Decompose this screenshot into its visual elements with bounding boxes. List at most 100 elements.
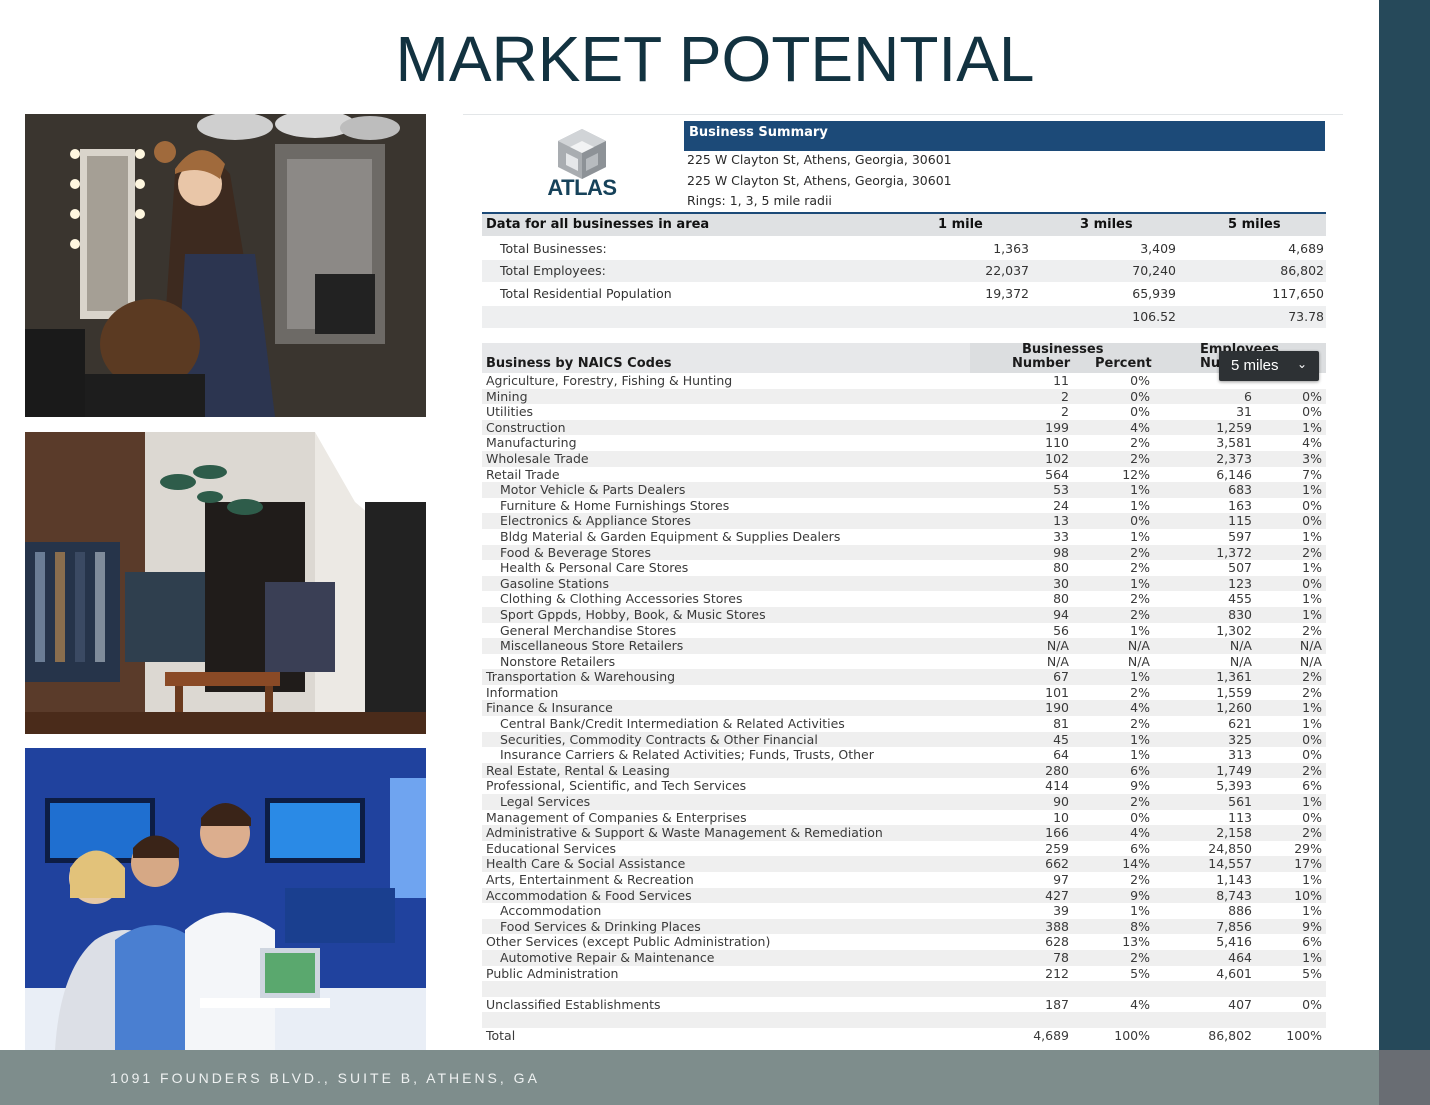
business-count: 199 — [1045, 419, 1069, 435]
employee-count: N/A — [1229, 653, 1252, 669]
employee-count: 455 — [1228, 591, 1252, 607]
business-percent: 2% — [1130, 716, 1150, 732]
naics-row-label: Professional, Scientific, and Tech Servi… — [486, 778, 747, 794]
employee-count: 561 — [1228, 794, 1252, 810]
employee-percent: 2% — [1302, 684, 1322, 700]
business-count: 388 — [1045, 918, 1069, 934]
employee-percent: 1% — [1302, 419, 1322, 435]
naics-table-body: Agriculture, Forestry, Fishing & Hunting… — [482, 373, 1326, 1044]
employee-percent: 3% — [1302, 450, 1322, 466]
businesses-group-header: Businesses — [1022, 342, 1104, 357]
employee-count: 683 — [1228, 482, 1252, 498]
naics-row-label: Insurance Carriers & Related Activities;… — [500, 747, 874, 763]
business-count: 187 — [1045, 996, 1069, 1012]
employee-count: 313 — [1228, 747, 1252, 763]
summary-value-3mi: 65,939 — [1132, 286, 1176, 301]
employee-percent: 17% — [1294, 856, 1322, 872]
naics-row: Transportation & Warehousing 67 1% 1,361 2% — [482, 669, 1326, 685]
business-percent: N/A — [1127, 653, 1150, 669]
naics-row: Health & Personal Care Stores 80 2% 507 1% — [482, 560, 1326, 576]
right-accent-band — [1379, 0, 1430, 1105]
naics-row: Miscellaneous Store Retailers N/A N/A N/A N/… — [482, 638, 1326, 654]
employee-count: 407 — [1228, 996, 1252, 1012]
business-percent: 0% — [1130, 513, 1150, 529]
summary-row-label: Total Businesses: — [500, 241, 607, 256]
business-count: 212 — [1045, 965, 1069, 981]
naics-row: Finance & Insurance 190 4% 1,260 1% — [482, 700, 1326, 717]
naics-row: Bldg Material & Garden Equipment & Suppl… — [482, 529, 1326, 545]
radius-dropdown-label: 5 miles — [1231, 357, 1279, 374]
business-count: 94 — [1053, 606, 1069, 622]
naics-row-label: Arts, Entertainment & Recreation — [486, 872, 694, 887]
naics-row: Real Estate, Rental & Leasing 280 6% 1,749 2… — [482, 762, 1326, 779]
clothing-store-photo — [25, 432, 426, 734]
naics-row-label: Health Care & Social Assistance — [486, 856, 686, 872]
employee-count: 1,372 — [1216, 544, 1252, 560]
business-percent: 2% — [1130, 684, 1150, 700]
naics-row-label: Administrative & Support & Waste Managem… — [486, 825, 883, 841]
business-percent: 4% — [1130, 996, 1150, 1012]
employee-percent: 2% — [1302, 544, 1322, 560]
business-percent: 5% — [1130, 965, 1150, 981]
naics-row: Health Care & Social Assistance 662 14% 14,… — [482, 856, 1326, 872]
radius-dropdown[interactable]: 5 miles ⌄ — [1219, 351, 1319, 381]
naics-row-label: Motor Vehicle & Parts Dealers — [500, 482, 686, 498]
naics-row: Information 101 2% 1,559 2% — [482, 685, 1326, 701]
employee-percent: 1% — [1302, 591, 1322, 607]
naics-row: Insurance Carriers & Related Activities;… — [482, 747, 1326, 763]
naics-row-label: Food Services & Drinking Places — [500, 918, 701, 934]
employee-count: 325 — [1228, 731, 1252, 747]
naics-row-label: General Merchandise Stores — [500, 622, 677, 638]
employee-count: 2,158 — [1216, 825, 1252, 841]
employee-percent: 6% — [1302, 778, 1322, 794]
naics-row: Motor Vehicle & Parts Dealers 53 1% 683 1% — [482, 482, 1326, 498]
business-count: 190 — [1045, 700, 1069, 716]
employee-percent: 1% — [1302, 872, 1322, 887]
naics-row — [482, 1012, 1326, 1028]
naics-row-label: Accommodation — [500, 903, 602, 919]
naics-row: Food & Beverage Stores 98 2% 1,372 2% — [482, 544, 1326, 561]
employee-percent: 1% — [1302, 903, 1322, 919]
employee-percent: 0% — [1302, 497, 1322, 513]
business-percent: 14% — [1122, 856, 1150, 872]
employee-count: 6,146 — [1216, 466, 1252, 482]
employee-percent: 1% — [1302, 794, 1322, 810]
chevron-down-icon: ⌄ — [1296, 357, 1307, 371]
naics-row: Automotive Repair & Maintenance 78 2% 464 1% — [482, 949, 1326, 966]
naics-row: Unclassified Establishments 187 4% 407 0% — [482, 997, 1326, 1013]
summary-row-label: Total Residential Population — [500, 286, 672, 301]
business-count: 2 — [1061, 404, 1069, 420]
employee-count: 621 — [1228, 716, 1252, 732]
business-percent: 6% — [1130, 762, 1150, 778]
radius-header-5: 5 miles — [1228, 217, 1281, 232]
naics-row: Arts, Entertainment & Recreation 97 2% 1,14… — [482, 872, 1326, 888]
business-percent: 6% — [1130, 840, 1150, 856]
percent-col-header: Percent — [1095, 356, 1152, 371]
naics-row: Management of Companies & Enterprises 10 0… — [482, 810, 1326, 826]
naics-row: Clothing & Clothing Accessories Stores 80… — [482, 591, 1326, 607]
business-percent: 1% — [1130, 575, 1150, 591]
business-percent: 9% — [1130, 887, 1150, 903]
naics-row-label: Other Services (except Public Administra… — [486, 934, 771, 950]
employee-count: 5,393 — [1216, 778, 1252, 794]
business-count: 13 — [1053, 513, 1069, 529]
employee-count: 1,302 — [1216, 622, 1252, 638]
employee-count: 464 — [1228, 949, 1252, 965]
employee-percent: 1% — [1302, 482, 1322, 498]
employee-percent: 0% — [1302, 747, 1322, 763]
business-percent: 2% — [1130, 872, 1150, 887]
employee-count: 4,601 — [1216, 965, 1252, 981]
naics-row: Securities, Commodity Contracts & Other … — [482, 731, 1326, 748]
naics-row-label: Food & Beverage Stores — [500, 544, 651, 560]
summary-value-5mi: 4,689 — [1288, 241, 1324, 256]
business-percent: 12% — [1122, 466, 1150, 482]
business-percent: 100% — [1114, 1027, 1150, 1043]
employee-percent: 5% — [1302, 965, 1322, 981]
business-percent: 2% — [1130, 435, 1150, 451]
employee-percent: 0% — [1302, 809, 1322, 825]
business-percent: 4% — [1130, 700, 1150, 716]
employee-percent: 1% — [1302, 606, 1322, 622]
employee-count: 830 — [1228, 606, 1252, 622]
naics-row: Electronics & Appliance Stores 13 0% 115 0% — [482, 513, 1326, 529]
summary-table-header: Data for all businesses in area 1 mile 3… — [482, 212, 1326, 236]
